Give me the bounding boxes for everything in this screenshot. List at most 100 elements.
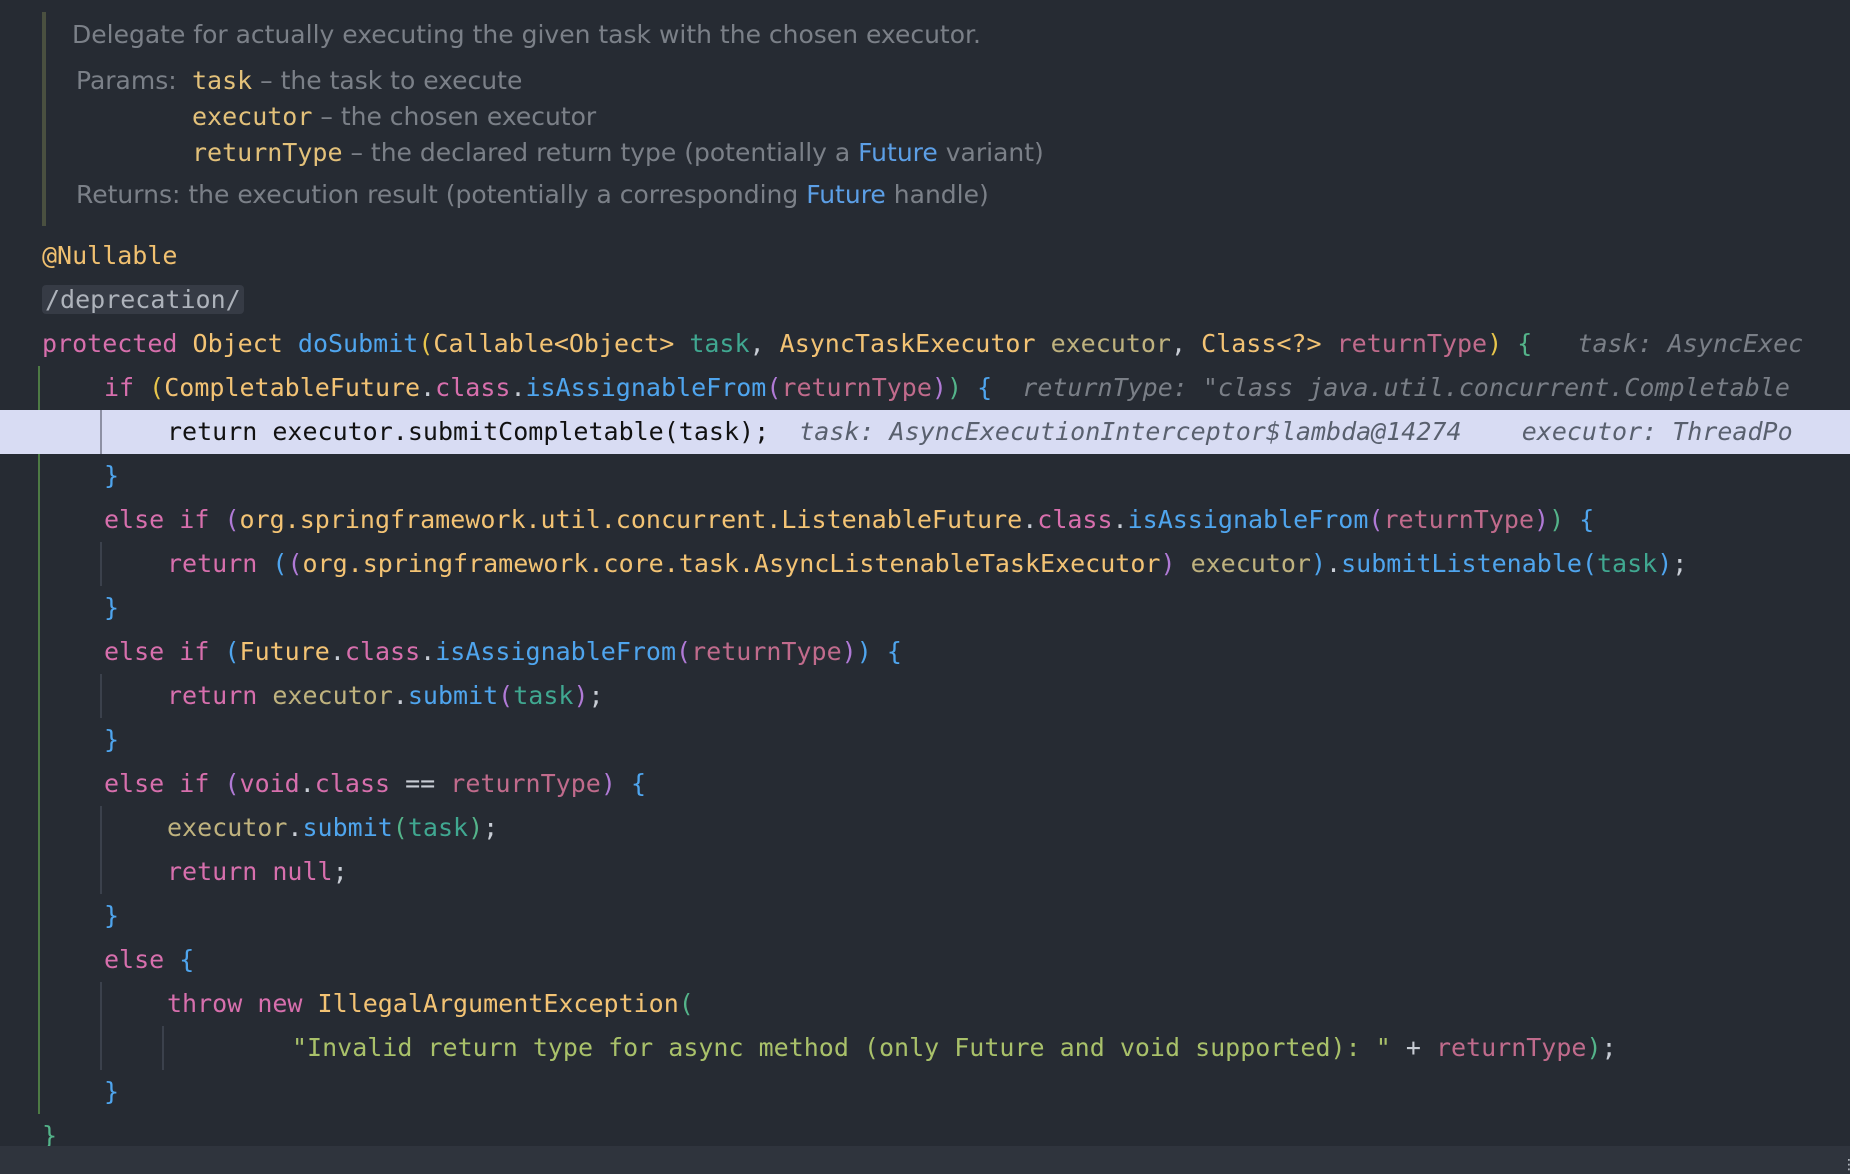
doc-param-desc: – the task to execute — [252, 66, 523, 95]
doc-link-future[interactable]: Future — [858, 138, 938, 167]
doc-param-name: executor — [192, 102, 313, 131]
doc-param-name: returnType — [192, 138, 343, 167]
param-token: executor — [167, 813, 288, 842]
method-call-token: isAssignableFrom — [435, 637, 677, 666]
code-line[interactable]: throw new IllegalArgumentException( — [0, 982, 1850, 1026]
param-token: task — [1597, 549, 1658, 578]
keyword-token: class — [1037, 505, 1113, 534]
keyword-token: if — [179, 505, 210, 534]
type-token: org.springframework.util.concurrent. — [239, 505, 782, 534]
current-execution-line[interactable]: return executor.submitCompletable(task);… — [0, 410, 1850, 454]
code-editor[interactable]: Delegate for actually executing the give… — [0, 0, 1850, 1174]
keyword-token: else — [104, 505, 165, 534]
annotation-token: @Nullable — [42, 241, 178, 270]
debugger-inline-hint: executor: ThreadPo — [1521, 417, 1793, 446]
type-token: IllegalArgumentException — [317, 989, 679, 1018]
doc-param-desc-suffix: variant) — [937, 138, 1044, 167]
doc-returns-row: Returns: the execution result (potential… — [76, 180, 989, 209]
doc-returns-suffix: handle) — [885, 180, 989, 209]
method-call-token: submit — [407, 681, 499, 710]
param-token: returnType — [1435, 1033, 1587, 1062]
keyword-token: else — [104, 945, 165, 974]
code-line[interactable]: if (CompletableFuture.class.isAssignable… — [0, 366, 1850, 410]
param-token: returnType — [781, 373, 932, 402]
param-token: executor — [272, 681, 393, 710]
rendered-doc-comment: Delegate for actually executing the give… — [42, 12, 1746, 226]
code-line[interactable]: else if (Future.class.isAssignableFrom(r… — [0, 630, 1850, 674]
resize-handle-icon[interactable]: ⋮ — [1842, 1158, 1850, 1172]
code-line[interactable]: } — [0, 718, 1850, 762]
type-token: CompletableFuture — [164, 373, 421, 402]
keyword-token: return — [167, 549, 258, 578]
code-line[interactable]: } — [0, 1070, 1850, 1114]
keyword-token: else — [104, 637, 165, 666]
code-line[interactable]: } — [0, 586, 1850, 630]
method-call-token: submit — [302, 813, 393, 842]
code-line[interactable]: return executor.submit(task); — [0, 674, 1850, 718]
indent-guide — [100, 410, 102, 454]
editor-bottom-bar — [0, 1146, 1850, 1174]
code-line[interactable]: executor.submit(task); — [0, 806, 1850, 850]
method-call-token: isAssignableFrom — [1127, 505, 1369, 534]
code-line[interactable]: else { — [0, 938, 1850, 982]
keyword-token: protected — [42, 329, 178, 358]
param-token: executor — [1190, 549, 1311, 578]
doc-param-row: task – the task to execute — [192, 66, 522, 95]
type-token: Object — [568, 329, 660, 358]
debugger-inline-hint: task: AsyncExecutionInterceptor$lambda@1… — [799, 417, 1462, 446]
keyword-token: class — [435, 373, 511, 402]
type-token: Callable — [433, 329, 554, 358]
code-line[interactable]: } — [0, 894, 1850, 938]
code-line[interactable]: else if (void.class == returnType) { — [0, 762, 1850, 806]
doc-returns-desc: the execution result (potentially a corr… — [180, 180, 807, 209]
type-token: AsyncTaskExecutor — [779, 329, 1036, 358]
keyword-token: new — [257, 989, 303, 1018]
keyword-token: if — [179, 637, 210, 666]
string-literal-token: "Invalid return type for async method (o… — [292, 1033, 1391, 1062]
debugger-inline-hint: returnType: "class java.util.concurrent.… — [1022, 373, 1790, 402]
code-line-method-signature[interactable]: protected Object doSubmit(Callable<Objec… — [0, 322, 1850, 366]
type-token: Future — [239, 637, 330, 666]
param-token: returnType — [1383, 505, 1534, 534]
param-token: executor — [1050, 329, 1171, 358]
param-token: task — [678, 417, 740, 446]
code-line[interactable]: @Nullable — [0, 234, 1850, 278]
keyword-token: class — [344, 637, 421, 666]
method-call-token: submitListenable — [1341, 549, 1582, 578]
doc-param-row: executor – the chosen executor — [192, 102, 596, 131]
param-token: executor — [272, 417, 393, 446]
doc-link-future[interactable]: Future — [806, 180, 886, 209]
code-line[interactable]: return ((org.springframework.core.task.A… — [0, 542, 1850, 586]
doc-param-desc: – the declared return type (potentially … — [342, 138, 859, 167]
keyword-token: throw — [167, 989, 243, 1018]
param-token: returnType — [691, 637, 842, 666]
code-line[interactable]: return null; — [0, 850, 1850, 894]
code-line[interactable]: } — [0, 454, 1850, 498]
doc-summary: Delegate for actually executing the give… — [72, 20, 981, 49]
method-call-token: submitCompletable — [407, 417, 664, 446]
keyword-token: return — [167, 857, 258, 886]
param-token: task — [513, 681, 574, 710]
type-token: Class — [1201, 329, 1277, 358]
keyword-token: if — [104, 373, 135, 402]
doc-param-desc: – the chosen executor — [312, 102, 597, 131]
code-line[interactable]: /deprecation/ — [0, 278, 1850, 322]
code-line[interactable]: else if (org.springframework.util.concur… — [0, 498, 1850, 542]
method-call-token: isAssignableFrom — [525, 373, 767, 402]
type-token: AsyncListenableTaskExecutor — [754, 549, 1161, 578]
param-token: task — [407, 813, 469, 842]
doc-params-label: Params: — [76, 66, 177, 95]
type-token: ListenableFuture — [781, 505, 1023, 534]
debugger-inline-hint: task: AsyncExec — [1577, 329, 1804, 358]
method-name-token: doSubmit — [297, 329, 419, 358]
keyword-token: else — [104, 769, 165, 798]
type-token: org.springframework.core.task. — [302, 549, 755, 578]
param-token: task — [689, 329, 750, 358]
code-line[interactable]: "Invalid return type for async method (o… — [0, 1026, 1850, 1070]
folded-region[interactable]: /deprecation/ — [42, 285, 244, 314]
doc-returns-label: Returns: — [76, 180, 181, 209]
keyword-token: return — [167, 681, 258, 710]
keyword-token: null — [272, 857, 333, 886]
type-token: Object — [192, 329, 283, 358]
param-token: returnType — [450, 769, 601, 798]
